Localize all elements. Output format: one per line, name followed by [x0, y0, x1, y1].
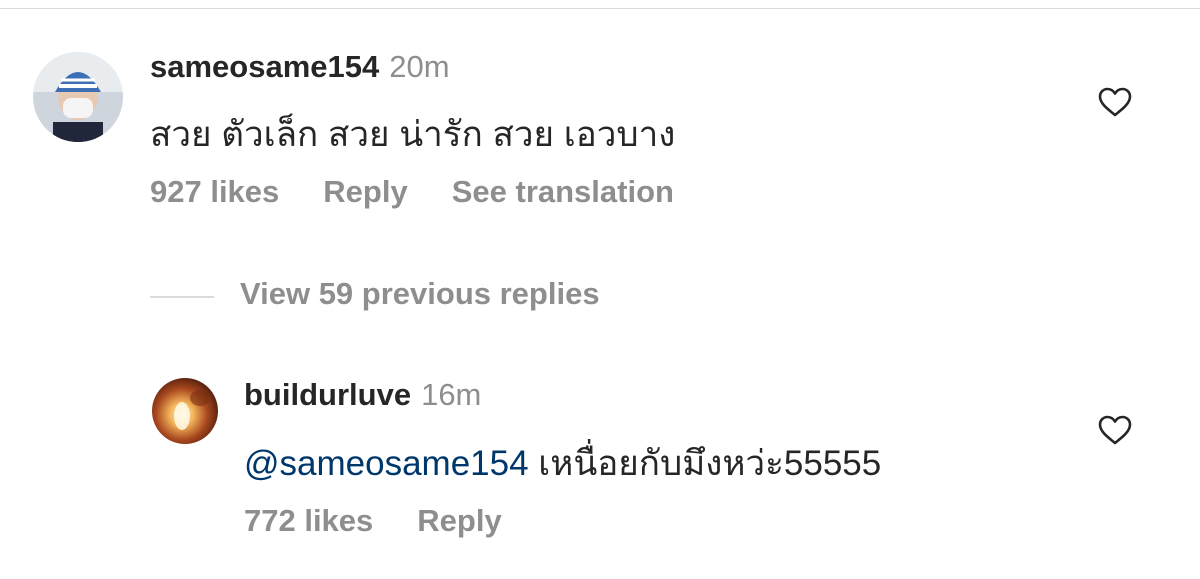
- heart-icon[interactable]: [1098, 415, 1132, 445]
- avatar[interactable]: [152, 378, 218, 444]
- reply-timestamp: 16m: [421, 377, 482, 412]
- reply-actions: 772 likes Reply: [244, 503, 546, 539]
- comment-timestamp: 20m: [389, 49, 450, 84]
- comment-reply-button[interactable]: Reply: [323, 174, 407, 209]
- reply-text: @sameosame154 เหนื่อยกับมึงหว่ะ55555: [244, 436, 881, 491]
- view-previous-replies-label: View 59 previous replies: [240, 276, 600, 311]
- reply-username[interactable]: buildurluve: [244, 377, 411, 412]
- comment-username[interactable]: sameosame154: [150, 49, 379, 84]
- reply-username-row: buildurluve 16m: [244, 377, 481, 413]
- reply-reply-button[interactable]: Reply: [417, 503, 501, 538]
- comment-actions: 927 likes Reply See translation: [150, 174, 718, 210]
- see-translation-button[interactable]: See translation: [452, 174, 674, 209]
- reply-mention-link[interactable]: @sameosame154: [244, 444, 529, 483]
- replies-divider-line: [150, 296, 214, 298]
- avatar-image: [33, 52, 123, 142]
- comment-username-row: sameosame154 20m: [150, 49, 450, 85]
- top-divider: [0, 8, 1200, 9]
- avatar[interactable]: [33, 52, 123, 142]
- heart-icon[interactable]: [1098, 87, 1132, 117]
- avatar-image: [152, 378, 218, 444]
- reply-body: เหนื่อยกับมึงหว่ะ55555: [528, 444, 882, 483]
- reply-likes-count[interactable]: 772 likes: [244, 503, 373, 538]
- comment-text: สวย ตัวเล็ก สวย น่ารัก สวย เอวบาง: [150, 115, 676, 154]
- comment-likes-count[interactable]: 927 likes: [150, 174, 279, 209]
